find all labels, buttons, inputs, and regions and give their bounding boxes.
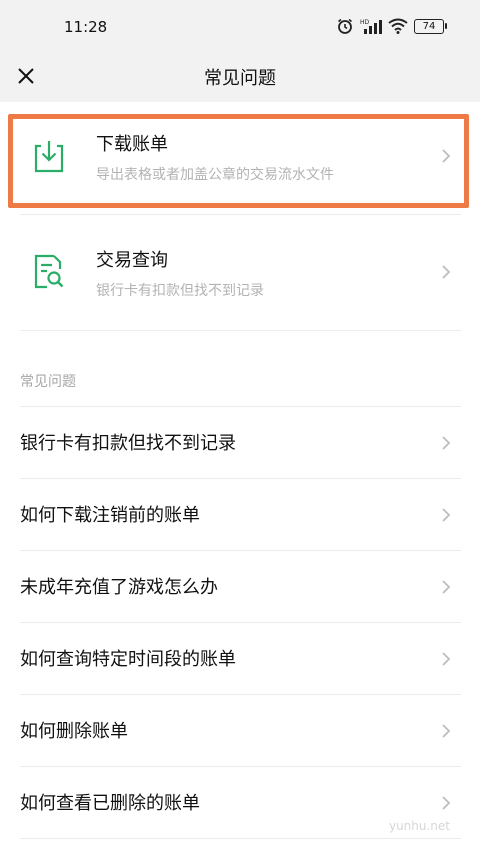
- chevron-right-icon: [442, 436, 451, 450]
- chevron-right-icon: [442, 724, 451, 738]
- divider: [20, 214, 461, 215]
- faq-item-label: 银行卡有扣款但找不到记录: [20, 433, 236, 454]
- faq-item-label: 如何删除账单: [20, 721, 128, 742]
- watermark: yunhu.net: [388, 819, 450, 833]
- faq-item[interactable]: 银行卡有扣款但找不到记录: [20, 407, 461, 479]
- page-title: 常见问题: [204, 68, 276, 89]
- svg-text:HD: HD: [360, 19, 370, 26]
- chevron-right-icon: [442, 796, 451, 810]
- alarm-icon: [338, 18, 352, 34]
- chevron-right-icon: [442, 580, 451, 594]
- chevron-right-icon: [442, 652, 451, 666]
- chevron-right-icon: [442, 265, 451, 279]
- wifi-icon: [388, 18, 408, 34]
- transaction-query-title: 交易查询: [96, 250, 168, 271]
- status-icons: HD 74: [336, 16, 447, 36]
- main-content: 下载账单 导出表格或者加盖公章的交易流水文件 交易查询 银行卡有扣款但找不到记录…: [0, 102, 480, 847]
- divider: [20, 330, 461, 331]
- faq-item-label: 如何下载注销前的账单: [20, 505, 200, 526]
- faq-item-label: 如何查看已删除的账单: [20, 793, 200, 814]
- faq-item[interactable]: 如何查询特定时间段的账单: [20, 623, 461, 695]
- transaction-query-desc: 银行卡有扣款但找不到记录: [96, 283, 264, 299]
- status-time: 11:28: [64, 18, 108, 36]
- highlight-box: [8, 114, 469, 208]
- document-search-icon: [34, 254, 64, 289]
- faq-item[interactable]: 未成年充值了游戏怎么办: [20, 551, 461, 623]
- signal-icon: HD: [360, 19, 382, 34]
- status-bar: 11:28 HD 74: [0, 0, 480, 50]
- divider: [20, 838, 461, 839]
- chevron-right-icon: [442, 508, 451, 522]
- battery-icon: 74: [414, 18, 447, 34]
- faq-item[interactable]: 如何下载注销前的账单: [20, 479, 461, 551]
- transaction-query-entry[interactable]: 交易查询 银行卡有扣款但找不到记录: [20, 218, 461, 330]
- faq-section-label: 常见问题: [20, 374, 76, 390]
- faq-item-label: 未成年充值了游戏怎么办: [20, 577, 218, 598]
- nav-bar: 常见问题: [0, 50, 480, 102]
- faq-item-label: 如何查询特定时间段的账单: [20, 649, 236, 670]
- faq-item[interactable]: 如何删除账单: [20, 695, 461, 767]
